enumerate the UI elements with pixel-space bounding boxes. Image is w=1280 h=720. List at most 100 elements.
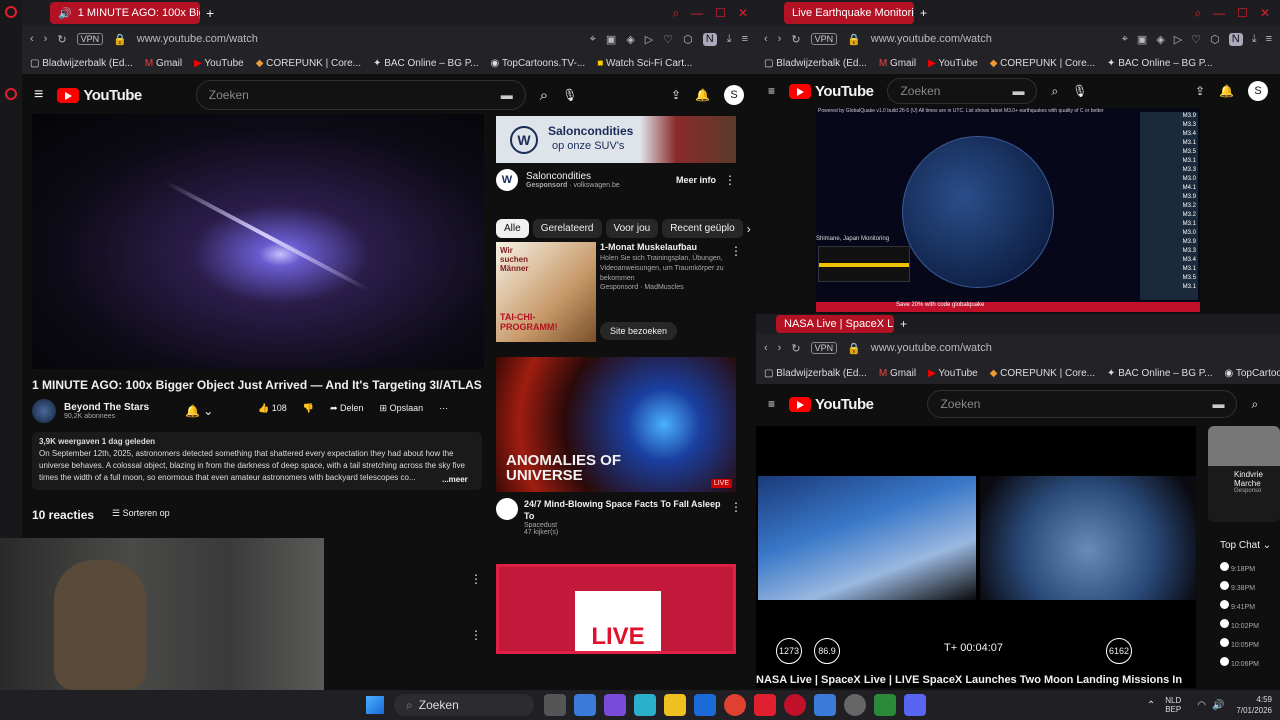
search-tabs-icon[interactable]: ⌕	[672, 6, 679, 21]
widgets-icon[interactable]	[574, 694, 596, 716]
live-thumbnail[interactable]: LIVE	[496, 564, 736, 654]
volume-icon[interactable]: 🔊	[1212, 700, 1224, 711]
chat-mode-dropdown[interactable]: Top Chat ⌄	[1220, 540, 1271, 551]
bookmark-item[interactable]: ◆ COREPUNK | Core...	[256, 58, 361, 69]
back-icon[interactable]: ‹	[30, 33, 34, 45]
create-icon[interactable]: ⇪	[671, 88, 681, 102]
side-ad[interactable]: Kindvrie Marche Gesponso	[1208, 426, 1280, 522]
chevron-right-icon[interactable]: ›	[747, 222, 751, 236]
minimize-icon[interactable]: —	[691, 6, 703, 21]
youtube-logo[interactable]: YouTube	[789, 396, 874, 413]
steam-icon[interactable]	[844, 694, 866, 716]
shield-icon[interactable]: ◈	[626, 33, 634, 46]
extensions-icon[interactable]: ⬡	[1210, 33, 1220, 46]
microphone-icon[interactable]: 🎙	[1072, 84, 1087, 98]
vpn-badge[interactable]: VPN	[810, 342, 838, 354]
network-icon[interactable]: ◠	[1197, 700, 1206, 711]
save-button[interactable]: ⊞ Opslaan	[380, 403, 424, 414]
search-icon[interactable]: ⌕	[1251, 397, 1258, 412]
search-input[interactable]: Zoeken ▬	[887, 78, 1038, 104]
play-icon[interactable]: ▷	[645, 33, 653, 46]
more-actions-icon[interactable]: ⋯	[439, 403, 448, 414]
menu-icon[interactable]: ≡	[742, 33, 748, 46]
bookmark-item[interactable]: M Gmail	[879, 58, 916, 69]
download-icon[interactable]: ⤓	[1252, 33, 1257, 46]
avatar[interactable]: S	[724, 85, 744, 105]
teams-icon[interactable]	[604, 694, 626, 716]
back-icon[interactable]: ‹	[764, 342, 768, 354]
new-tab-icon[interactable]: +	[206, 5, 214, 21]
ad-banner[interactable]: W Saloncondities op onze SUV's	[496, 116, 736, 163]
extension-n-icon[interactable]: N	[702, 32, 717, 46]
search-tabs-icon[interactable]: ⌕	[1194, 6, 1201, 21]
snapshot-icon[interactable]: ▣	[1137, 33, 1147, 46]
explorer-icon[interactable]	[664, 694, 686, 716]
chip-all[interactable]: Alle	[496, 219, 529, 238]
vpn-badge[interactable]: VPN	[810, 33, 838, 45]
search-icon[interactable]: ⌕	[540, 87, 548, 104]
sort-button[interactable]: ☰ Sorteren op	[112, 508, 170, 519]
bookmark-item[interactable]: ✦ BAC Online – BG P...	[1107, 58, 1212, 69]
forward-icon[interactable]: ›	[778, 342, 782, 354]
forward-icon[interactable]: ›	[778, 33, 782, 45]
chrome-icon[interactable]	[724, 694, 746, 716]
chip-recent[interactable]: Recent geüplo	[662, 219, 743, 238]
share-button[interactable]: ➦ Delen	[330, 403, 364, 414]
channel-avatar[interactable]	[32, 399, 56, 423]
keyboard-icon[interactable]: ▬	[501, 88, 513, 102]
bookmark-item[interactable]: ▶ YouTube	[194, 58, 244, 69]
recommended-thumbnail[interactable]: ANOMALIES OF UNIVERSE LIVE	[496, 357, 736, 492]
opera-icon[interactable]	[784, 694, 806, 716]
opera-logo-icon[interactable]	[5, 6, 17, 18]
history-icon[interactable]	[5, 88, 17, 100]
reload-icon[interactable]: ↻	[791, 33, 800, 46]
app-icon[interactable]	[874, 694, 896, 716]
microphone-icon[interactable]: 🎙	[562, 88, 577, 102]
bookmark-item[interactable]: ▢ Bladwijzerbalk (Ed...	[764, 58, 867, 69]
comment-menu-icon[interactable]: ⋮	[470, 628, 482, 642]
bookmark-item[interactable]: ◆ COREPUNK | Core...	[990, 58, 1095, 69]
play-icon[interactable]: ▷	[1174, 33, 1182, 46]
youtube-logo[interactable]: YouTube	[789, 83, 874, 100]
reload-icon[interactable]: ↻	[791, 342, 800, 355]
spacex-video[interactable]: 1273 86.9 T+ 00:04:07 6162 NASA Live | S…	[756, 426, 1196, 688]
rec-menu-icon[interactable]: ⋮	[730, 500, 742, 514]
tab-active[interactable]: NASA Live | SpaceX Live |	[776, 315, 894, 333]
new-tab-icon[interactable]: +	[920, 6, 927, 20]
bookmark-item[interactable]: ■ Watch Sci-Fi Cart...	[597, 58, 692, 69]
outlook-icon[interactable]	[694, 694, 716, 716]
ad-menu-icon[interactable]: ⋮	[724, 173, 736, 187]
youtube-app-icon[interactable]	[754, 694, 776, 716]
taskbar-search[interactable]: ⌕ Zoeken	[394, 694, 534, 716]
minimize-icon[interactable]: —	[1213, 6, 1225, 21]
pin-icon[interactable]: ⌖	[1122, 33, 1128, 46]
chip-for-you[interactable]: Voor jou	[605, 219, 659, 238]
hamburger-icon[interactable]: ≡	[768, 397, 775, 411]
shield-icon[interactable]: ◈	[1156, 33, 1164, 46]
bookmark-item[interactable]: ✦ BAC Online – BG P...	[373, 58, 478, 69]
menu-icon[interactable]: ≡	[1266, 33, 1272, 46]
discord-icon[interactable]	[904, 694, 926, 716]
more-info-button[interactable]: Meer info	[676, 175, 716, 185]
comment-menu-icon[interactable]: ⋮	[470, 572, 482, 586]
bookmark-item[interactable]: ▶ YouTube	[928, 58, 978, 69]
forward-icon[interactable]: ›	[44, 33, 48, 45]
bookmark-item[interactable]: ◉ TopCartoons.TV-...	[1225, 368, 1280, 379]
chip-related[interactable]: Gerelateerd	[532, 219, 602, 238]
url-text[interactable]: www.youtube.com/watch	[137, 33, 258, 45]
bookmark-item[interactable]: ✦ BAC Online – BG P...	[1107, 368, 1212, 379]
dislike-icon[interactable]: 👎	[303, 403, 314, 414]
avatar[interactable]: S	[1248, 81, 1268, 101]
description-box[interactable]: 3,9K weergaven 1 dag geleden On Septembe…	[32, 432, 482, 490]
reload-icon[interactable]: ↻	[57, 33, 66, 46]
promo-menu-icon[interactable]: ⋮	[730, 244, 742, 258]
bookmark-item[interactable]: M Gmail	[879, 368, 916, 379]
maximize-icon[interactable]: ☐	[715, 6, 726, 21]
tab-active[interactable]: Live Earthquake Monitoring	[784, 2, 914, 24]
url-text[interactable]: www.youtube.com/watch	[871, 342, 992, 354]
like-button[interactable]: 👍 108	[258, 403, 287, 414]
snapshot-icon[interactable]: ▣	[606, 33, 616, 46]
clock[interactable]: 4:59 7/01/2026	[1236, 694, 1272, 716]
search-input[interactable]: Zoeken ▬	[195, 80, 526, 110]
close-icon[interactable]: ✕	[1260, 6, 1270, 21]
